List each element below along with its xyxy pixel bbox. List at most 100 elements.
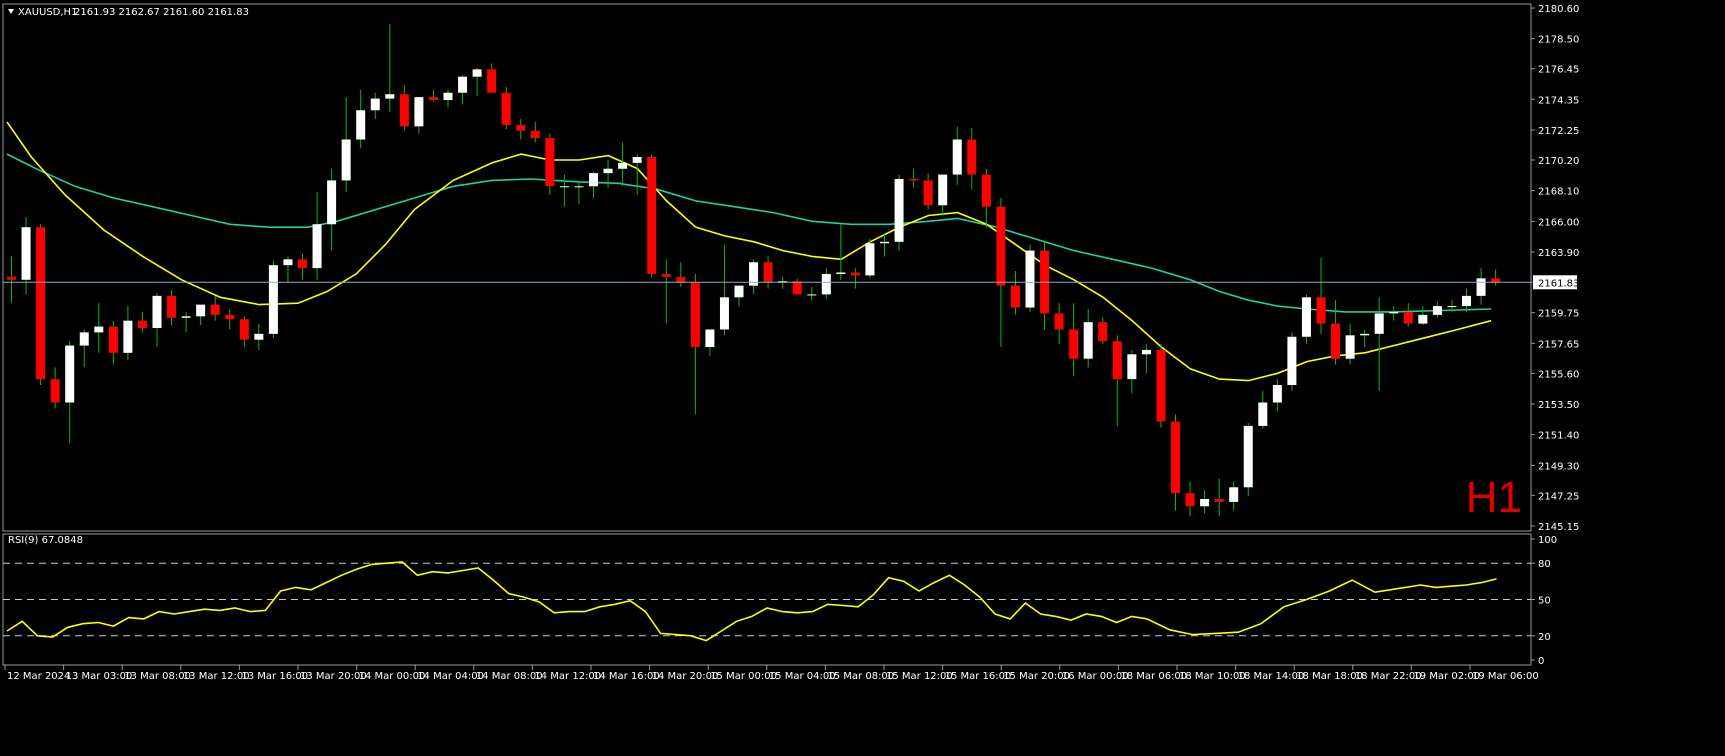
candle-body	[1112, 341, 1122, 380]
time-tick-label: 18 Mar 14:00	[1238, 671, 1305, 682]
price-tick-label: 2157.65	[1538, 339, 1579, 350]
candle-body	[734, 285, 744, 298]
price-tick-label: 2163.90	[1538, 248, 1579, 259]
time-tick-label: 13 Mar 16:00	[241, 671, 308, 682]
candle-body	[356, 110, 366, 140]
time-tick-label: 12 Mar 2024	[7, 671, 70, 682]
rsi-axis: 100 80 50 20 0	[1531, 535, 1557, 667]
time-tick-label: 14 Mar 08:00	[476, 671, 543, 682]
candle-body	[1069, 329, 1079, 359]
candle-body	[1229, 487, 1239, 502]
time-tick-label: 14 Mar 16:00	[593, 671, 660, 682]
candle-body	[458, 76, 468, 93]
time-tick-label: 15 Mar 12:00	[886, 671, 953, 682]
time-tick-label: 14 Mar 12:00	[534, 671, 601, 682]
time-tick-label: 16 Mar 00:00	[1062, 671, 1129, 682]
rsi-tick-label: 80	[1538, 559, 1551, 570]
time-tick-label: 13 Mar 12:00	[183, 671, 250, 682]
candle-body	[1301, 297, 1311, 337]
candle-body	[880, 241, 889, 244]
candle-body	[123, 320, 133, 353]
price-tick-label: 2147.25	[1538, 491, 1579, 502]
rsi-tick-label: 100	[1538, 535, 1557, 546]
rsi-tick-label: 20	[1538, 632, 1551, 643]
candle	[36, 224, 46, 385]
time-tick-label: 19 Mar 06:00	[1472, 671, 1539, 682]
candle-body	[312, 224, 322, 269]
rsi-tick-label: 50	[1538, 596, 1551, 607]
candle-body	[603, 168, 613, 174]
candle-body	[36, 227, 46, 380]
candle-body	[1185, 493, 1195, 507]
candle-body	[996, 206, 1006, 286]
candle-body	[399, 94, 409, 127]
rsi-label: RSI(9) 67.0848	[8, 535, 83, 546]
ohlc-readout: 2161.93 2162.67 2161.60 2161.83	[74, 7, 249, 18]
time-tick-label: 19 Mar 02:00	[1413, 671, 1480, 682]
candle-body	[283, 259, 293, 266]
candle	[501, 86, 511, 130]
candle	[647, 154, 657, 277]
candle-body	[632, 157, 642, 163]
candle	[894, 174, 904, 251]
candle-body	[516, 124, 526, 131]
candle-body	[1316, 297, 1326, 324]
candle-body	[923, 180, 933, 206]
candle-body	[938, 174, 948, 206]
candle	[865, 238, 875, 279]
candle-body	[559, 186, 569, 188]
candle-body	[894, 178, 904, 242]
time-tick-label: 18 Mar 22:00	[1355, 671, 1422, 682]
candle-body	[385, 94, 395, 99]
candle-body	[1287, 336, 1297, 385]
candle-body	[239, 319, 249, 340]
candle-body	[1214, 498, 1224, 502]
candle-body	[341, 139, 351, 181]
time-tick-label: 14 Mar 04:00	[417, 671, 484, 682]
time-tick-label: 15 Mar 00:00	[710, 671, 777, 682]
candle-body	[210, 304, 220, 315]
candle-body	[443, 92, 453, 101]
candle-body	[1054, 313, 1064, 330]
candle-body	[137, 320, 147, 329]
price-tick-label: 2153.50	[1538, 400, 1579, 411]
candle-body	[952, 139, 962, 175]
time-tick-label: 13 Mar 20:00	[300, 671, 367, 682]
candle	[1156, 344, 1166, 428]
candle-body	[589, 173, 598, 187]
candle-body	[414, 97, 424, 127]
candle-body	[1418, 314, 1428, 324]
candle-body	[545, 138, 555, 187]
candle-body	[472, 69, 482, 77]
chart-symbol-label: XAUUSD,H1	[18, 7, 77, 18]
candle-body	[428, 97, 438, 101]
candle-body	[1272, 384, 1282, 403]
candle-body	[1403, 311, 1413, 324]
candle-body	[1171, 421, 1180, 494]
current-price-label: 2161.83	[1538, 278, 1579, 289]
rsi-tick-label: 0	[1538, 656, 1544, 667]
candle-body	[50, 379, 60, 403]
candle-body	[501, 92, 511, 125]
candle-body	[152, 295, 162, 329]
candle-body	[1432, 306, 1442, 315]
candle-body	[1141, 349, 1151, 355]
candle-body	[836, 272, 846, 274]
time-axis: 12 Mar 202413 Mar 03:0013 Mar 08:0013 Ma…	[4, 665, 1539, 682]
price-tick-label: 2174.35	[1538, 95, 1579, 106]
candle	[1287, 332, 1297, 391]
candle-body	[967, 139, 977, 175]
candle-body	[821, 273, 831, 295]
candle-body	[661, 273, 671, 277]
chart-canvas: 2180.60 2178.50 2176.45 2174.35 2172.25 2170.…	[2, 3, 1579, 682]
candle-body	[719, 297, 729, 330]
candle-body	[1010, 285, 1020, 308]
candle-body	[763, 262, 773, 283]
candle-body	[1200, 498, 1210, 507]
price-tick-label: 2166.00	[1538, 217, 1579, 228]
candle	[1025, 244, 1035, 312]
candle-body	[1098, 322, 1108, 342]
price-tick-label: 2155.60	[1538, 369, 1579, 380]
candle-body	[21, 227, 31, 280]
candle	[1301, 294, 1311, 345]
